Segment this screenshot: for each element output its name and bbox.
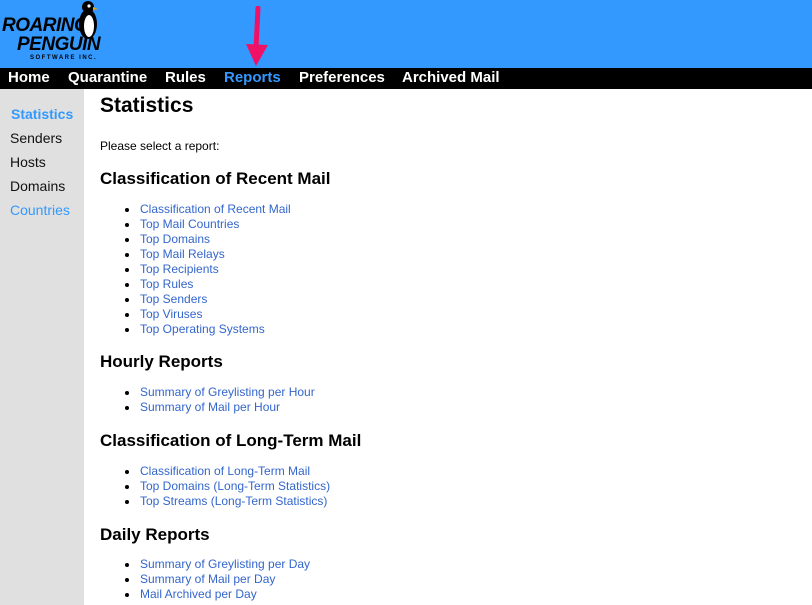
- report-list-long-term: Classification of Long-Term Mail Top Dom…: [125, 464, 330, 509]
- report-link[interactable]: Top Mail Relays: [140, 247, 225, 261]
- report-link[interactable]: Top Recipients: [140, 262, 219, 276]
- bullet-icon: [125, 470, 129, 474]
- logo-line-3: SOFTWARE INC.: [30, 55, 98, 61]
- nav-reports[interactable]: Reports: [224, 68, 281, 89]
- report-link[interactable]: Summary of Greylisting per Hour: [140, 385, 315, 399]
- list-item: Top Domains (Long-Term Statistics): [125, 479, 330, 494]
- sidebar-item-hosts[interactable]: Hosts: [10, 154, 46, 170]
- report-link[interactable]: Top Domains (Long-Term Statistics): [140, 479, 330, 493]
- report-link[interactable]: Top Senders: [140, 292, 207, 306]
- report-link[interactable]: Summary of Mail per Hour: [140, 400, 280, 414]
- report-link[interactable]: Top Rules: [140, 277, 193, 291]
- report-link[interactable]: Summary of Greylisting per Day: [140, 557, 310, 571]
- bullet-icon: [125, 283, 129, 287]
- section-heading-recent-mail: Classification of Recent Mail: [100, 169, 331, 188]
- report-link[interactable]: Classification of Long-Term Mail: [140, 464, 310, 478]
- report-link[interactable]: Top Viruses: [140, 307, 202, 321]
- list-item: Top Recipients: [125, 262, 291, 277]
- report-link[interactable]: Classification of Recent Mail: [140, 202, 291, 216]
- bullet-icon: [125, 563, 129, 567]
- list-item: Top Domains: [125, 232, 291, 247]
- list-item: Top Operating Systems: [125, 322, 291, 337]
- main-nav: Home Quarantine Rules Reports Preference…: [0, 68, 812, 89]
- list-item: Summary of Greylisting per Day: [125, 557, 310, 572]
- report-link[interactable]: Mail Archived per Day: [140, 587, 257, 601]
- bullet-icon: [125, 406, 129, 410]
- list-item: Top Mail Countries: [125, 217, 291, 232]
- report-link[interactable]: Summary of Mail per Day: [140, 572, 275, 586]
- bullet-icon: [125, 500, 129, 504]
- bullet-icon: [125, 313, 129, 317]
- bullet-icon: [125, 238, 129, 242]
- report-link[interactable]: Top Domains: [140, 232, 210, 246]
- page-title: Statistics: [100, 94, 194, 117]
- report-link[interactable]: Top Operating Systems: [140, 322, 265, 336]
- report-link[interactable]: Top Mail Countries: [140, 217, 239, 231]
- nav-rules[interactable]: Rules: [165, 68, 206, 89]
- list-item: Top Rules: [125, 277, 291, 292]
- list-item: Summary of Greylisting per Hour: [125, 385, 315, 400]
- list-item: Classification of Long-Term Mail: [125, 464, 330, 479]
- annotation-arrow-icon: [246, 6, 268, 66]
- sidebar-item-senders[interactable]: Senders: [10, 130, 62, 146]
- bullet-icon: [125, 485, 129, 489]
- report-link[interactable]: Top Streams (Long-Term Statistics): [140, 494, 327, 508]
- nav-home[interactable]: Home: [8, 68, 50, 89]
- penguin-icon: [79, 1, 98, 39]
- nav-archived-mail[interactable]: Archived Mail: [402, 68, 500, 89]
- report-list-daily: Summary of Greylisting per Day Summary o…: [125, 557, 310, 602]
- bullet-icon: [125, 328, 129, 332]
- nav-quarantine[interactable]: Quarantine: [68, 68, 147, 89]
- bullet-icon: [125, 253, 129, 257]
- sidebar-item-countries[interactable]: Countries: [10, 202, 70, 218]
- header-bar: ROARING PENGUIN SOFTWARE INC.: [0, 0, 812, 68]
- section-heading-daily: Daily Reports: [100, 525, 210, 544]
- list-item: Summary of Mail per Day: [125, 572, 310, 587]
- report-list-hourly: Summary of Greylisting per Hour Summary …: [125, 385, 315, 415]
- sidebar-item-statistics[interactable]: Statistics: [11, 106, 73, 122]
- bullet-icon: [125, 298, 129, 302]
- bullet-icon: [125, 208, 129, 212]
- bullet-icon: [125, 223, 129, 227]
- roaring-penguin-logo[interactable]: ROARING PENGUIN SOFTWARE INC.: [0, 0, 101, 68]
- nav-preferences[interactable]: Preferences: [299, 68, 385, 89]
- list-item: Summary of Mail per Hour: [125, 400, 315, 415]
- bullet-icon: [125, 391, 129, 395]
- report-list-recent-mail: Classification of Recent Mail Top Mail C…: [125, 202, 291, 337]
- bullet-icon: [125, 593, 129, 597]
- section-heading-long-term: Classification of Long-Term Mail: [100, 431, 362, 450]
- section-heading-hourly: Hourly Reports: [100, 352, 223, 371]
- list-item: Top Mail Relays: [125, 247, 291, 262]
- list-item: Top Senders: [125, 292, 291, 307]
- sidebar-item-domains[interactable]: Domains: [10, 178, 65, 194]
- bullet-icon: [125, 268, 129, 272]
- intro-text: Please select a report:: [100, 139, 220, 153]
- sidebar: Statistics Senders Hosts Domains Countri…: [0, 89, 84, 605]
- list-item: Top Viruses: [125, 307, 291, 322]
- list-item: Classification of Recent Mail: [125, 202, 291, 217]
- list-item: Top Streams (Long-Term Statistics): [125, 494, 330, 509]
- list-item: Mail Archived per Day: [125, 587, 310, 602]
- bullet-icon: [125, 578, 129, 582]
